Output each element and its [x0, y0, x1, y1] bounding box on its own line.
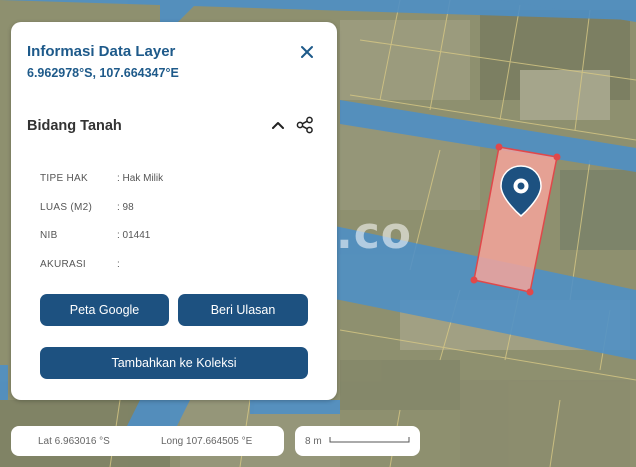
attribute-value: : — [117, 259, 120, 270]
info-panel: Informasi Data Layer 6.962978°S, 107.664… — [11, 22, 337, 400]
scale-bar: 8 m — [295, 426, 420, 456]
google-maps-button[interactable]: Peta Google — [40, 294, 169, 326]
map-watermark: .co — [336, 208, 413, 259]
scale-line — [329, 437, 410, 443]
longitude-readout: Long 107.664505 °E — [161, 436, 253, 447]
attribute-value: : Hak Milik — [117, 173, 164, 184]
scale-label: 8 m — [305, 436, 322, 447]
attribute-value: : 01441 — [117, 230, 151, 241]
attribute-row: TIPE HAK : Hak Milik — [40, 173, 163, 184]
add-to-collection-button[interactable]: Tambahkan ke Koleksi — [40, 347, 308, 379]
attribute-key: TIPE HAK — [40, 173, 88, 184]
latitude-readout: Lat 6.963016 °S — [38, 436, 110, 447]
chevron-up-icon[interactable] — [269, 116, 287, 134]
attribute-key: LUAS (M2) — [40, 202, 93, 213]
attribute-row: LUAS (M2) : 98 — [40, 202, 134, 213]
attribute-key: AKURASI — [40, 259, 87, 270]
panel-coordinates: 6.962978°S, 107.664347°E — [27, 66, 179, 80]
attribute-value: : 98 — [117, 202, 134, 213]
panel-title: Informasi Data Layer — [27, 43, 176, 60]
review-button[interactable]: Beri Ulasan — [178, 294, 308, 326]
coordinate-status-bar: Lat 6.963016 °S Long 107.664505 °E — [11, 426, 284, 456]
close-icon[interactable] — [297, 42, 317, 62]
attribute-key: NIB — [40, 230, 58, 241]
section-title: Bidang Tanah — [27, 118, 122, 134]
share-icon[interactable] — [295, 115, 315, 135]
attribute-row: NIB : 01441 — [40, 230, 150, 241]
attribute-row: AKURASI: — [40, 259, 120, 270]
